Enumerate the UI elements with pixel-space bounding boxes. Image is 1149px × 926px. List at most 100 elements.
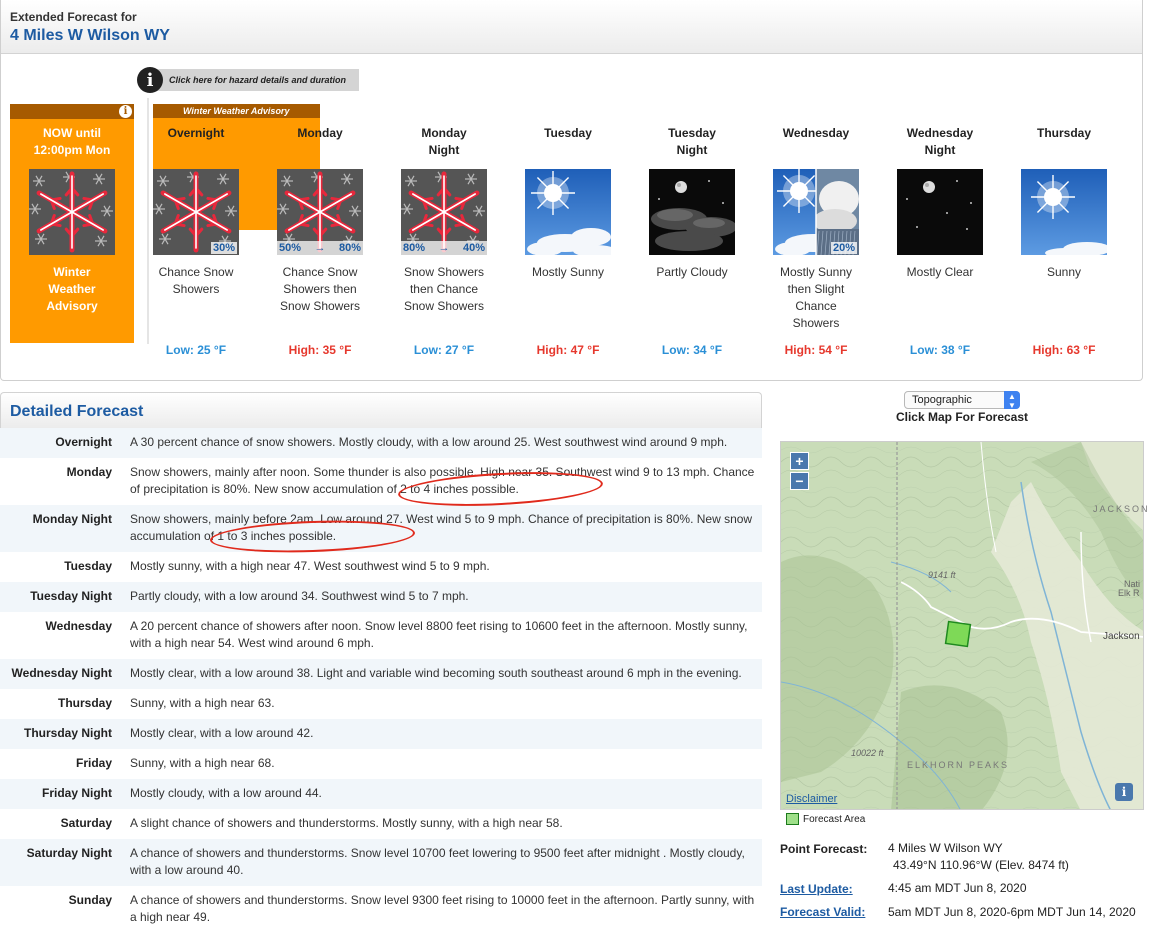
period-temperature: High: 47 °F [536, 343, 600, 357]
period-short-forecast: Sunny [1046, 265, 1082, 279]
map-info-icon[interactable]: i [1115, 783, 1133, 801]
forecast-period-overnight[interactable]: Overnight 30% Chance Snow Showers Low: 25 °… [134, 124, 258, 357]
precip-chance-arrow-icon: → [438, 242, 450, 254]
last-update-value: 4:45 am MDT Jun 8, 2020 [888, 881, 1027, 895]
current-hazard-box[interactable]: i NOW until 12:00pm Mon Winter Weather A… [10, 104, 134, 343]
map-zoom-out-button[interactable]: − [790, 472, 809, 490]
period-name: Tuesday [544, 126, 592, 140]
forecast-period-monday[interactable]: Monday 50% → 80% Chance Snow Showers then Sn… [258, 124, 382, 357]
forecast-area-swatch [786, 813, 799, 825]
sunny-then-showers-icon[interactable]: 20% [773, 169, 859, 255]
period-temperature: High: 35 °F [288, 343, 352, 357]
table-row: Tuesday Night Partly cloudy, with a low a… [0, 582, 762, 612]
table-row: Thursday Night Mostly clear, with a low a… [0, 719, 762, 749]
period-name: Wednesday [782, 126, 850, 140]
forecast-valid-link[interactable]: Forecast Valid: [780, 905, 865, 919]
map-label-elev-2: 10022 ft [851, 748, 884, 758]
extended-forecast-header: Extended Forecast for 4 Miles W Wilson W… [1, 0, 1142, 54]
detailed-forecast-rows: Overnight A 30 percent chance of snow sho… [0, 428, 762, 926]
period-short-forecast: Snow Showers then Chance Snow Showers [403, 265, 485, 313]
period-temperature: Low: 38 °F [909, 343, 971, 357]
table-row: Monday Snow showers, mainly after noon. S… [0, 458, 762, 505]
forecast-period-tuesday-night[interactable]: Tuesday Night Partly Cloudy Low: 34 °F [630, 124, 754, 357]
select-arrows-icon[interactable]: ▲ ▼ [1004, 391, 1020, 410]
row-forecast-text: Partly cloudy, with a low around 34. Sou… [130, 589, 469, 603]
map-zoom-in-button[interactable]: + [790, 452, 809, 470]
period-name: Monday Night [421, 126, 467, 157]
snow-icon[interactable]: 30% [153, 169, 239, 255]
map-legend: Forecast Area [786, 813, 865, 825]
disclaimer-link[interactable]: Disclaimer [786, 793, 837, 805]
precip-chance-arrow-icon: → [314, 242, 326, 254]
hazard-link-text[interactable]: Click here for hazard details and durati… [157, 69, 359, 91]
table-row: Saturday Night A chance of showers and th… [0, 839, 762, 886]
advisory-band-label[interactable]: Winter Weather Advisory [153, 104, 320, 118]
forecast-period-monday-night[interactable]: Monday Night 80% → 40% Snow Showers then Cha… [382, 124, 506, 357]
row-forecast-text: Mostly clear, with a low around 38. Ligh… [130, 666, 742, 680]
table-row: Wednesday A 20 percent chance of showers … [0, 612, 762, 659]
precip-chance-value: 30% [210, 242, 237, 254]
row-period-label: Monday Night [32, 512, 112, 526]
row-period-label: Friday [75, 756, 112, 770]
now-advisory-label[interactable]: Winter Weather Advisory [10, 264, 134, 315]
map-type-select[interactable]: Topographic ▲ ▼ [904, 391, 1020, 410]
partly-cloudy-night-icon[interactable] [649, 169, 735, 255]
row-period-label: Thursday Night [23, 726, 112, 740]
now-snow-icon [29, 169, 115, 260]
map-type-value: Topographic [912, 394, 972, 406]
last-update-link[interactable]: Last Update: [780, 882, 853, 896]
row-period-label: Saturday Night [26, 846, 112, 860]
mostly-sunny-icon[interactable] [525, 169, 611, 255]
table-row: Tuesday Mostly sunny, with a high near 47… [0, 552, 762, 582]
period-short-forecast: Chance Snow Showers [158, 265, 234, 296]
extended-forecast-panel: Extended Forecast for 4 Miles W Wilson W… [0, 0, 1143, 381]
hazard-box-top: i [10, 104, 134, 119]
period-name: Wednesday Night [906, 126, 974, 157]
map-label-jackson-caps: JACKSON [1093, 504, 1149, 514]
table-row: Sunday A chance of showers and thundersto… [0, 886, 762, 926]
detailed-forecast-panel: Detailed Forecast Overnight A 30 percent … [0, 392, 762, 926]
precip-chance-label: 80% → 40% [401, 241, 487, 255]
forecast-period-wednesday[interactable]: Wednesday 20% Mostly Sunny then Slight Cha… [754, 124, 878, 357]
snow-icon[interactable]: 80% → 40% [401, 169, 487, 255]
period-name: Overnight [167, 126, 225, 140]
row-forecast-text: Sunny, with a high near 68. [130, 756, 275, 770]
table-row: Friday Sunny, with a high near 68. [0, 749, 762, 779]
forecast-period-thursday[interactable]: Thursday Sunny High: 63 °F [1002, 124, 1126, 357]
table-row: Saturday A slight chance of showers and t… [0, 809, 762, 839]
hazard-details-link[interactable]: i Click here for hazard details and dura… [137, 67, 359, 93]
row-forecast-text: A 20 percent chance of showers after noo… [130, 619, 748, 650]
period-temperature: Low: 25 °F [165, 343, 227, 357]
map-caption: Click Map For Forecast [895, 410, 1029, 424]
row-period-label: Wednesday Night [11, 666, 112, 680]
period-temperature: High: 54 °F [784, 343, 848, 357]
row-period-label: Wednesday [45, 619, 112, 633]
point-forecast-coords: 43.49°N 110.96°W (Elev. 8474 ft) [893, 858, 1069, 872]
forecast-period-wednesday-night[interactable]: Wednesday Night Mostly Clear Low: 38 °F [878, 124, 1002, 357]
row-forecast-text: Sunny, with a high near 63. [130, 696, 275, 710]
period-short-forecast: Partly Cloudy [656, 265, 728, 279]
table-row: Monday Night Snow showers, mainly before … [0, 505, 762, 552]
forecast-period-tuesday[interactable]: Tuesday Mostly Sunny High: 47 °F [506, 124, 630, 357]
now-label: NOW until 12:00pm Mon [33, 126, 111, 157]
forecast-valid-value: 5am MDT Jun 8, 2020-6pm MDT Jun 14, 2020 [888, 905, 1136, 919]
hazard-info-icon[interactable]: i [119, 105, 132, 118]
forecast-location: 4 Miles W Wilson WY [10, 27, 170, 44]
info-icon[interactable]: i [137, 67, 163, 93]
row-forecast-text: A slight chance of showers and thunderst… [130, 816, 563, 830]
sunny-icon[interactable] [1021, 169, 1107, 255]
row-period-label: Sunday [68, 893, 112, 907]
row-period-label: Thursday [57, 696, 112, 710]
row-forecast-text: Mostly sunny, with a high near 47. West … [130, 559, 490, 573]
topographic-map-image[interactable] [781, 442, 1144, 810]
snow-icon[interactable]: 50% → 80% [277, 169, 363, 255]
forecast-map[interactable] [780, 441, 1144, 810]
map-label-elk: Elk R [1118, 588, 1140, 598]
period-short-forecast: Chance Snow Showers then Snow Showers [279, 265, 361, 313]
period-short-forecast: Mostly Clear [906, 265, 974, 279]
map-label-jackson: Jackson [1103, 631, 1140, 642]
mostly-clear-night-icon[interactable] [897, 169, 983, 255]
row-period-label: Monday [66, 465, 112, 479]
map-label-elkhorn: ELKHORN PEAKS [907, 760, 1010, 770]
precip-chance-end: 40% [462, 242, 485, 254]
